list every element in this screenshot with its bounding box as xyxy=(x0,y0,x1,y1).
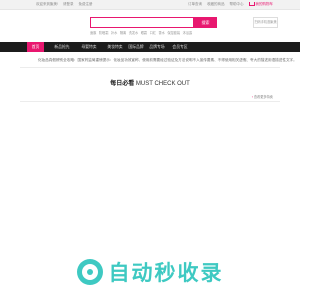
nav-members[interactable]: 会员专区 xyxy=(169,42,191,52)
nav-brand-special[interactable]: 品牌专场 xyxy=(146,42,168,52)
notice-text: 化妆品真假辨别全攻略：国家药监局重磅提示：化妆品功效宣称、使用前需要经过验证及方… xyxy=(38,58,297,62)
order-query-link[interactable]: 订单查询 xyxy=(188,0,202,9)
section-title-en: MUST CHECK OUT xyxy=(135,81,190,87)
view-all-label: 查看更多特卖 xyxy=(253,95,273,99)
watermark: 自动秒收录 xyxy=(0,257,300,287)
hot-word-link[interactable]: 眼霜 xyxy=(141,30,147,35)
mobile-qr-link[interactable]: 扫码手机逛聚美 xyxy=(253,17,278,28)
topbar-right-links: 订单查询 收藏的商品 帮助中心 我的购物车 xyxy=(188,0,273,9)
must-check-section: 每日必看 MUST CHECK OUT › 查看更多特卖 xyxy=(20,67,280,102)
nav-beauty[interactable]: 美妆特卖 xyxy=(104,42,126,52)
cart-label: 我的购物车 xyxy=(255,2,274,6)
register-link[interactable]: 免费注册 xyxy=(78,0,92,9)
section-title: 每日必看 MUST CHECK OUT xyxy=(20,80,280,88)
login-link[interactable]: 请登录 xyxy=(63,0,74,9)
topbar-left-links: 欢迎来到聚美! 请登录 免费注册 xyxy=(36,0,92,9)
hot-word-link[interactable]: 补水 xyxy=(111,30,117,35)
view-all-link[interactable]: › 查看更多特卖 xyxy=(251,94,273,100)
help-center-link[interactable]: 帮助中心 xyxy=(230,0,244,9)
hot-word-link[interactable]: 香水 xyxy=(159,30,165,35)
nav-international[interactable]: 国际品牌 xyxy=(125,42,147,52)
search-button[interactable]: 搜索 xyxy=(194,17,217,28)
hot-word-link[interactable]: 沐浴露 xyxy=(183,30,193,35)
hot-word-link[interactable]: 保湿套装 xyxy=(167,30,180,35)
search-input[interactable] xyxy=(90,17,194,28)
hot-word-link[interactable]: 洗发水 xyxy=(129,30,139,35)
section-title-cn: 每日必看 xyxy=(110,81,135,87)
nav-new-arrivals[interactable]: 新品抢先 xyxy=(51,42,73,52)
favorites-link[interactable]: 收藏的商品 xyxy=(207,0,225,9)
cart-icon xyxy=(248,2,255,7)
cart-link[interactable]: 我的购物车 xyxy=(248,0,274,9)
main-nav: 首页 新品抢先 母婴特卖 美妆特卖 国际品牌 品牌专场 会员专区 xyxy=(0,42,300,52)
nav-baby[interactable]: 母婴特卖 xyxy=(78,42,100,52)
watermark-text: 自动秒收录 xyxy=(108,261,224,285)
welcome-text: 欢迎来到聚美! xyxy=(36,2,58,6)
hot-word-link[interactable]: 隔离 xyxy=(120,30,126,35)
hot-word-link[interactable]: 面膜 xyxy=(90,30,96,35)
arrow-right-icon: › xyxy=(251,94,253,99)
hot-search-words: 面膜 防晒霜 补水 隔离 洗发水 眼霜 口红 香水 保湿套装 沐浴露 xyxy=(90,30,220,35)
top-utility-bar: 欢迎来到聚美! 请登录 免费注册 订单查询 收藏的商品 帮助中心 我的购物车 xyxy=(0,0,300,10)
watermark-logo-icon xyxy=(76,259,103,285)
hot-word-link[interactable]: 口红 xyxy=(150,30,156,35)
hot-word-link[interactable]: 防晒霜 xyxy=(99,30,109,35)
nav-home[interactable]: 首页 xyxy=(27,42,44,52)
